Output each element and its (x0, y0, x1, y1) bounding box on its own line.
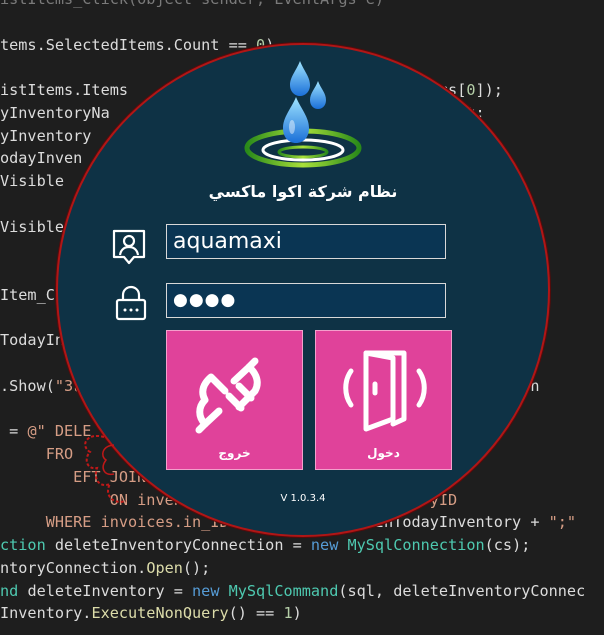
code-token: .Show( (0, 376, 55, 395)
code-token: FRO (0, 445, 74, 463)
water-drops-logo-icon (244, 61, 362, 168)
code-token: tems.SelectedItems.Count == (0, 35, 257, 54)
code-token: TodayIn (0, 331, 65, 350)
code-token: Inventory. (0, 604, 92, 623)
code-token: ]); (475, 81, 503, 99)
code-token: ction (0, 536, 55, 554)
code-token: MySqlCommand (228, 581, 339, 600)
code-token: deleteInventoryConnection = (54, 536, 311, 554)
system-title: نظام شركة اكوا ماكسي (208, 182, 398, 201)
code-token: 0 (466, 81, 476, 99)
username-field[interactable]: aquamaxi (166, 224, 446, 259)
code-line: Visible (0, 216, 64, 239)
version-label: V 1.0.3.4 (280, 493, 326, 504)
code-token: new (192, 581, 229, 600)
code-token: () == (228, 604, 284, 623)
code-line: odayInven (0, 147, 82, 170)
code-line: Inventory.ExecuteNonQuery() == 1) (0, 602, 302, 625)
code-token: yInventory (0, 126, 92, 145)
code-token: new (310, 536, 348, 554)
code-token: ";" (548, 513, 577, 532)
code-token: nd (0, 581, 28, 600)
code-line: ntoryConnection.Open(); (0, 557, 210, 580)
exit-button-label: خروج (218, 446, 251, 460)
code-line: istItems_Click(object sender, EventArgs … (0, 0, 384, 11)
code-token: Visible (0, 172, 65, 190)
code-token: ExecuteNonQuery (91, 604, 229, 623)
code-token: deleteInventory = (27, 581, 193, 600)
code-token: 1 (283, 604, 293, 623)
login-window: نظام شركة اكوا ماكسي aquamaxi ●●●● خروج … (58, 45, 548, 535)
code-token: (sql, deleteInventoryConnec (338, 581, 586, 600)
code-line: = @" DELE (0, 420, 91, 443)
code-token: yInventoryNa (0, 103, 110, 122)
code-line: TodayIn (0, 329, 64, 352)
code-line: nd deleteInventory = new MySqlCommand(sq… (0, 580, 585, 603)
code-token: (object sender, EventArgs e) (128, 0, 384, 8)
code-token: odayInven (0, 149, 83, 168)
code-token: Visible (0, 217, 65, 236)
code-token: ntoryConnection. (0, 558, 147, 577)
padlock-icon (115, 285, 147, 321)
code-line: ction deleteInventoryConnection = new My… (0, 534, 530, 557)
code-token: = (0, 422, 28, 441)
exit-button[interactable]: خروج (166, 330, 303, 470)
login-button-label: دخول (367, 446, 400, 460)
code-token: ) (292, 604, 302, 623)
code-line: EFT JOIN (0, 466, 146, 489)
code-token: Item_Cl (0, 285, 65, 304)
code-token: MySqlConnection (347, 536, 485, 554)
password-field[interactable]: ●●●● (166, 283, 446, 318)
code-line: Item_Cl (0, 284, 64, 307)
code-token: istItems.Items (0, 81, 129, 99)
code-token: (cs); (484, 536, 531, 554)
code-token: @" DELE (27, 422, 92, 441)
user-badge-icon (112, 229, 146, 265)
code-token: Open (146, 558, 183, 577)
code-token: EFT JOIN (0, 467, 147, 486)
code-token: (); (182, 558, 211, 577)
code-line: FRO (0, 443, 73, 466)
login-button[interactable]: دخول (315, 330, 452, 470)
code-line: Visible (0, 170, 64, 193)
code-token: istItems_Click (0, 0, 128, 8)
code-line: tems.SelectedItems.Count == 0) (0, 34, 274, 57)
